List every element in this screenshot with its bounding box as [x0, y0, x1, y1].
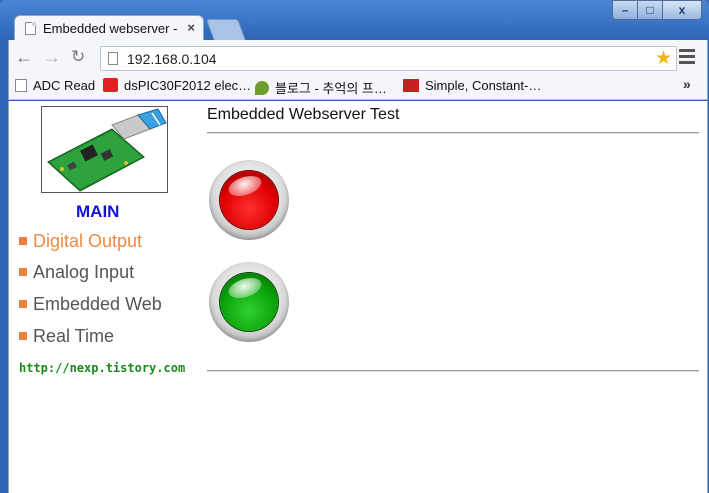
led-green-icon[interactable] — [209, 262, 289, 342]
url-text[interactable]: 192.168.0.104 — [127, 51, 217, 67]
turkey-flag-icon — [103, 78, 118, 92]
bookmark-adc-read[interactable]: ADC Read — [15, 78, 95, 96]
page-icon — [108, 52, 118, 65]
new-tab-button[interactable] — [205, 19, 247, 41]
back-arrow-icon[interactable]: ← — [15, 48, 33, 66]
page-title: Embedded Webserver Test — [207, 106, 400, 123]
minimize-button[interactable]: – — [612, 0, 638, 20]
browser-window: Embedded webserver - × – □ x ← → ↻ 192.1… — [0, 0, 709, 493]
site-link[interactable]: http://nexp.tistory.com — [19, 361, 185, 375]
maximize-button[interactable]: □ — [637, 0, 663, 20]
bookmarks-bar: ADC Read dsPIC30F2012 elec… 블로그 - 추억의 프…… — [8, 76, 708, 100]
nav-item-real-time[interactable]: Real Time — [19, 326, 114, 347]
page-icon — [25, 22, 36, 35]
board-logo-image — [41, 106, 168, 193]
nav-item-analog-input[interactable]: Analog Input — [19, 262, 134, 283]
nav-item-digital-output[interactable]: Digital Output — [19, 231, 142, 252]
bookmark-blog[interactable]: 블로그 - 추억의 프… — [255, 78, 387, 96]
browser-toolbar: ← → ↻ 192.168.0.104 ★ — [8, 40, 708, 76]
bullet-icon — [19, 300, 27, 308]
bookmark-simple-constant[interactable]: Simple, Constant-… — [403, 78, 541, 96]
forward-arrow-icon[interactable]: → — [43, 48, 61, 66]
leaf-icon — [255, 81, 269, 95]
tab-strip: Embedded webserver - × – □ x — [0, 0, 709, 41]
divider-bottom — [207, 370, 699, 372]
bullet-icon — [19, 332, 27, 340]
page-content: MAIN Digital Output Analog Input Embedde… — [8, 101, 708, 493]
led-red-icon[interactable] — [209, 160, 289, 240]
bookmark-dspic[interactable]: dsPIC30F2012 elec… — [103, 78, 251, 96]
bookmarks-overflow-icon[interactable]: » — [683, 76, 691, 92]
tab-close-icon[interactable]: × — [187, 20, 195, 35]
bookmark-star-icon[interactable]: ★ — [655, 47, 672, 70]
reload-icon[interactable]: ↻ — [71, 48, 85, 66]
nav-main-link[interactable]: MAIN — [76, 202, 119, 222]
divider-top — [207, 132, 699, 134]
address-bar[interactable]: 192.168.0.104 ★ — [100, 46, 677, 71]
nav-item-embedded-web[interactable]: Embedded Web — [19, 294, 162, 315]
tab-title: Embedded webserver - — [43, 21, 178, 36]
page-icon — [15, 79, 27, 92]
tab-embedded-webserver[interactable]: Embedded webserver - × — [14, 15, 204, 41]
close-window-button[interactable]: x — [662, 0, 702, 20]
menu-icon[interactable] — [679, 49, 695, 67]
bullet-icon — [19, 237, 27, 245]
pet-icon — [403, 79, 419, 92]
bullet-icon — [19, 268, 27, 276]
